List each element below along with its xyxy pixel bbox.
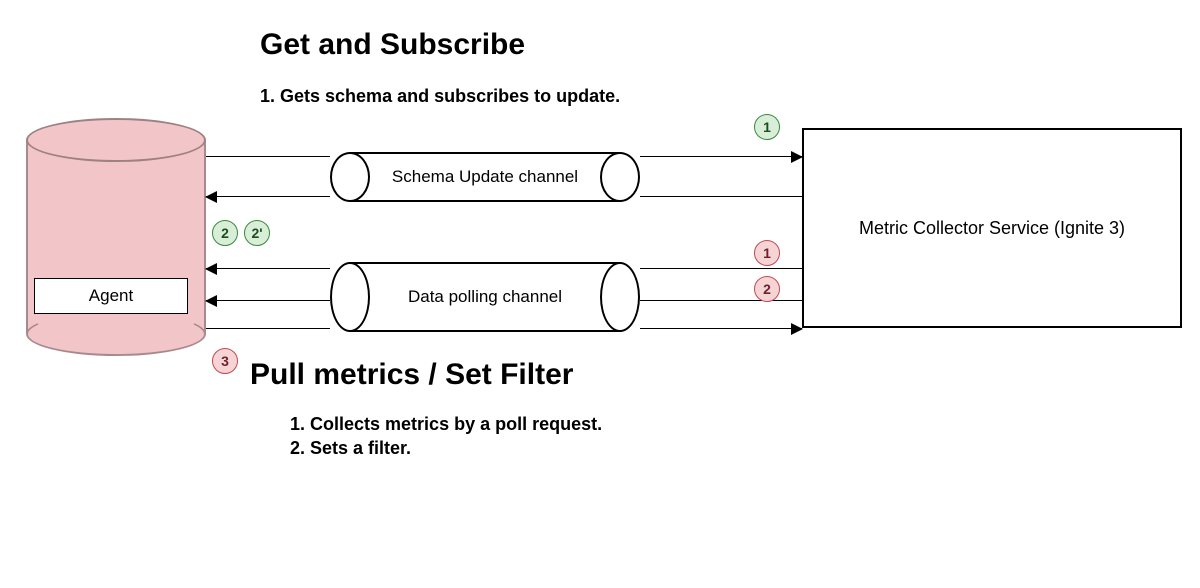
tube-cap-left-icon: [330, 152, 370, 202]
tube-cap-right-icon: [600, 262, 640, 332]
step-badge-red-3: 3: [212, 348, 238, 374]
data-polling-channel: Data polling channel: [330, 262, 640, 332]
step-badge-red-1: 1: [754, 240, 780, 266]
step-badge-red-2: 2: [754, 276, 780, 302]
section-title-pull-metrics: Pull metrics / Set Filter: [250, 358, 573, 392]
agent-cylinder: [26, 118, 206, 356]
metric-collector-box: Metric Collector Service (Ignite 3): [802, 128, 1182, 328]
schema-update-channel-label: Schema Update channel: [350, 152, 620, 202]
step-badge-green-1: 1: [754, 114, 780, 140]
tube-cap-left-icon: [330, 262, 370, 332]
section-subtitle-pull-2: 2. Sets a filter.: [290, 438, 411, 459]
agent-label-box: Agent: [34, 278, 188, 314]
schema-update-channel: Schema Update channel: [330, 152, 640, 202]
tube-cap-right-icon: [600, 152, 640, 202]
step-badge-green-2-prime: 2': [244, 220, 270, 246]
data-polling-channel-label: Data polling channel: [350, 262, 620, 332]
section-subtitle-get-subscribe: 1. Gets schema and subscribes to update.: [260, 86, 620, 107]
section-title-get-subscribe: Get and Subscribe: [260, 28, 525, 62]
section-subtitle-pull-1: 1. Collects metrics by a poll request.: [290, 414, 602, 435]
step-badge-green-2: 2: [212, 220, 238, 246]
